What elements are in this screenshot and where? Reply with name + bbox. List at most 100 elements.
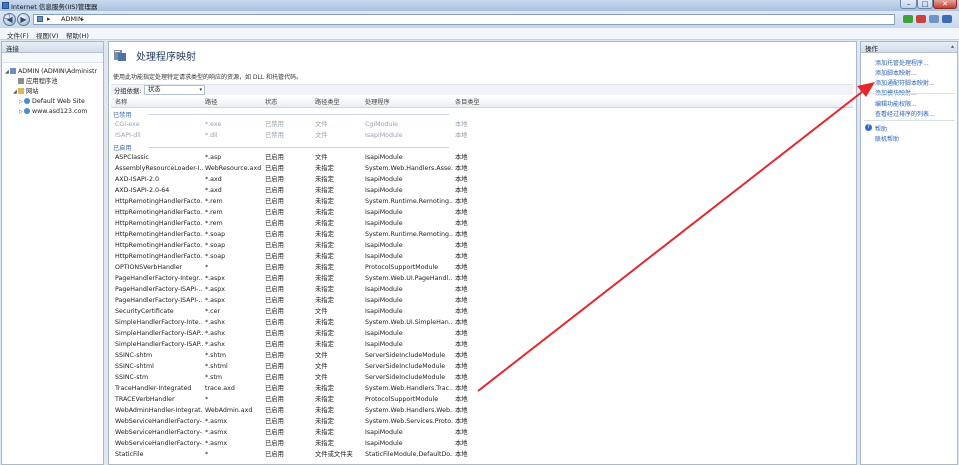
table-row[interactable]: AXD-ISAPI-2.0-64 *.axd 已启用 未指定 IsapiModule 本地 [111,185,853,196]
breadcrumb-chevron-icon[interactable]: ▸ [81,15,84,24]
maximize-button[interactable]: □ [917,0,933,9]
action-link[interactable]: 编辑功能权限... [875,99,917,108]
table-cell: 未指定 [315,165,334,172]
table-cell: 本地 [455,187,468,194]
table-row[interactable]: AssemblyResourceLoader-I... WebResource.a… [111,163,853,174]
table-row[interactable]: SecurityCertificate *.cer 已启用 文件 IsapiModule… [111,306,853,317]
table-row[interactable]: WebServiceHandlerFactory-... *.asmx 已启用 未指定… [111,438,853,449]
connect-icon[interactable] [4,14,10,19]
table-cell: 本地 [455,275,468,282]
table-row[interactable]: PageHandlerFactory-ISAPI-... *.aspx 已启用 未指定… [111,295,853,306]
forward-button[interactable]: ▶ [17,13,30,26]
table-cell: 未指定 [315,297,334,304]
table-row[interactable]: OPTIONSVerbHandler * 已启用 未指定 ProtocolSupport… [111,262,853,273]
table-cell: 本地 [455,385,468,392]
tree-item[interactable]: ▷ Default Web Site [19,97,85,106]
table-cell: 已启用 [265,231,284,238]
home-icon[interactable] [929,15,939,23]
table-row[interactable]: HttpRemotingHandlerFacto... *.soap 已启用 未指定 S… [111,229,853,240]
tree-item[interactable]: 应用程序池 [13,77,57,86]
table-row[interactable]: PageHandlerFactory-Integr... *.aspx 已启用 未指定… [111,273,853,284]
menu-help[interactable]: 帮助(H) [66,30,89,40]
online-help-link[interactable]: 联机帮助 [875,134,899,143]
table-row[interactable]: WebServiceHandlerFactory-... *.asmx 已启用 未指定… [111,416,853,427]
table-row[interactable]: SSINC-stm *.stm 已启用 文件 ServerSideIncludeModu… [111,372,853,383]
table-row[interactable]: SimpleHandlerFactory-Inte... *.ashx 已启用 未指定… [111,317,853,328]
table-cell: SSINC-stm [115,374,149,381]
table-cell: System.Web.UI.SimpleHan... [365,319,453,326]
table-row[interactable]: SimpleHandlerFactory-ISAP... *.ashx 已启用 未指定… [111,339,853,350]
group-by-select[interactable]: 状态 ▾ [144,85,205,95]
column-header[interactable]: 路径 [205,98,263,108]
table-row[interactable]: WebAdminHandler-Integrat... WebAdmin.axd 已… [111,405,853,416]
table-cell: HttpRemotingHandlerFacto... [115,231,203,238]
table-row[interactable]: PageHandlerFactory-ISAPI-... *.aspx 已启用 未指定… [111,284,853,295]
group-divider [149,147,449,148]
table-row[interactable]: HttpRemotingHandlerFacto... *.rem 已启用 未指定 Is… [111,207,853,218]
table-row[interactable]: SSINC-shtml *.shtml 已启用 文件 ServerSideInclude… [111,361,853,372]
table-cell: 已启用 [265,429,284,436]
table-cell: 已禁用 [265,132,284,139]
table-cell: CgiModule [365,121,399,128]
table-cell: SimpleHandlerFactory-Inte... [115,319,203,326]
table-cell: ProtocolSupportModule [365,264,439,271]
table-cell: IsapiModule [365,209,403,216]
table-cell: 本地 [455,396,468,403]
breadcrumb-admin[interactable]: ADMIN [61,15,83,24]
table-row[interactable]: WebServiceHandlerFactory-... *.asmx 已启用 未指定… [111,427,853,438]
table-cell: 已启用 [265,330,284,337]
tree-item[interactable]: ▷ www.asd123.com [19,107,87,116]
table-row[interactable]: ISAPI-dll *.dll 已禁用 文件 IsapiModule 本地 [111,130,853,141]
table-cell: 未指定 [315,176,334,183]
action-link[interactable]: 添加脚本映射... [875,68,917,77]
help-icon[interactable] [942,15,952,23]
table-cell: ServerSideIncludeModule [365,363,446,370]
menu-file[interactable]: 文件(F) [7,30,29,40]
table-row[interactable]: TRACEVerbHandler * 已启用 未指定 ProtocolSupportMo… [111,394,853,405]
table-cell: System.Web.UI.PageHandl... [365,275,453,282]
minimize-button[interactable]: – [900,0,917,9]
table-row[interactable]: CGI-exe *.exe 已禁用 文件 CgiModule 本地 [111,119,853,130]
action-link[interactable]: 添加托管处理程序... [875,58,929,67]
table-row[interactable]: StaticFile * 已启用 文件或文件夹 StaticFileModule,Def… [111,449,853,460]
table-cell: System.Web.Services.Proto... [365,418,453,425]
stop-icon[interactable] [916,15,926,23]
table-cell: 未指定 [315,440,334,447]
table-cell: 本地 [455,286,468,293]
tree-item[interactable]: ◢ 网站 [13,87,39,96]
column-header[interactable]: 条目类型 [455,98,495,108]
action-link[interactable]: 查看经过排序的列表... [875,109,935,118]
table-cell: WebServiceHandlerFactory-... [115,418,203,425]
help-link[interactable]: 帮助 [875,124,887,133]
globe-icon [24,108,30,114]
table-row[interactable]: HttpRemotingHandlerFacto... *.rem 已启用 未指定 Sy… [111,196,853,207]
table-row[interactable]: AXD-ISAPI-2.0 *.axd 已启用 未指定 IsapiModule 本地 [111,174,853,185]
action-link[interactable]: 添加通配符脚本映射... [875,78,935,87]
table-cell: WebServiceHandlerFactory-... [115,440,203,447]
close-button[interactable]: ✕ [933,0,957,9]
table-row[interactable]: HttpRemotingHandlerFacto... *.rem 已启用 未指定 Is… [111,218,853,229]
menu-view[interactable]: 视图(V) [36,30,59,40]
table-cell: IsapiModule [365,242,403,249]
column-header[interactable]: 名称 [115,98,203,108]
table-cell: 已启用 [265,286,284,293]
table-cell: IsapiModule [365,341,403,348]
table-cell: System.Web.Handlers.Asse... [365,165,453,172]
table-row[interactable]: SimpleHandlerFactory-ISAP... *.ashx 已启用 未指定… [111,328,853,339]
tree-item[interactable]: ◢ ADMIN (ADMIN\Administr [5,67,97,76]
column-header[interactable]: 处理程序 [365,98,453,108]
refresh-icon[interactable] [903,15,913,23]
collapse-icon[interactable]: ▴ [951,43,954,50]
column-header[interactable]: 状态 [265,98,313,108]
table-cell: 文件 [315,154,328,161]
table-row[interactable]: SSINC-shtm *.shtm 已启用 文件 ServerSideIncludeMo… [111,350,853,361]
app-pool-icon [18,78,24,84]
table-cell: 已启用 [265,198,284,205]
tree-item-label: 应用程序池 [26,78,58,85]
table-row[interactable]: HttpRemotingHandlerFacto... *.soap 已启用 未指定 I… [111,240,853,251]
column-header[interactable]: 路径类型 [315,98,363,108]
table-row[interactable]: TraceHandler-Integrated trace.axd 已启用 未指定 Sy… [111,383,853,394]
address-field[interactable]: ▸ ADMIN ▸ [33,14,895,25]
table-row[interactable]: HttpRemotingHandlerFacto... *.soap 已启用 未指定 I… [111,251,853,262]
table-row[interactable]: ASPClassic *.asp 已启用 文件 IsapiModule 本地 [111,152,853,163]
